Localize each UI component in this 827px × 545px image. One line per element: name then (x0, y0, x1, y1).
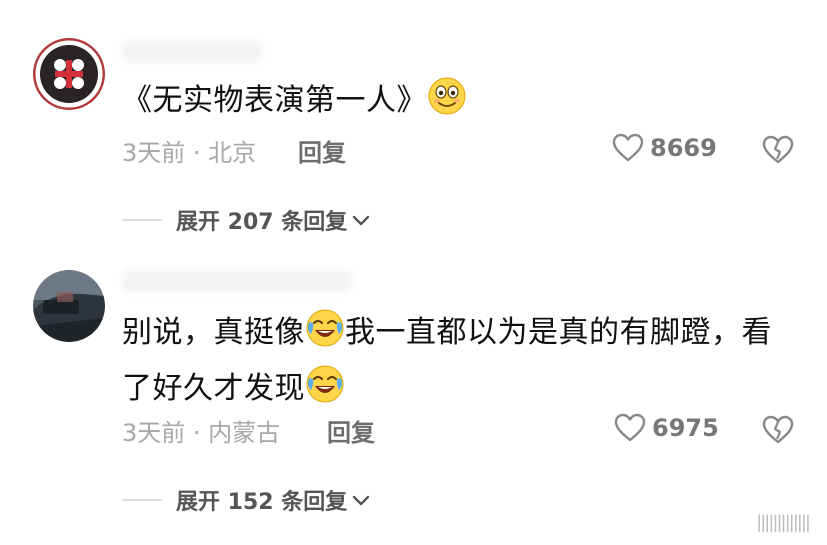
like-count: 8669 (650, 134, 717, 162)
reply-button[interactable]: 回复 (298, 133, 346, 168)
comment-text: 别说，真挺像 我一直都以为是真的有脚蹬，看 了好久才发现 (122, 308, 802, 420)
username-blurred[interactable] (122, 270, 352, 292)
comment-item: 《无实物表演第一人》 3天前 · 北京 回复 8669 展开 207 条回复 (0, 0, 827, 250)
heart-icon (614, 413, 646, 442)
comment-text-part: 《无实物表演第一人》 (122, 83, 427, 118)
expand-replies[interactable]: 展开 207 条回复 (122, 204, 371, 236)
username-blurred[interactable] (122, 40, 262, 62)
expand-replies-label: 展开 207 条回复 (176, 210, 348, 235)
laughing-crying-face-icon (305, 308, 345, 364)
comment-time-location: 3天前 · 内蒙古 (122, 419, 281, 447)
heart-icon (612, 133, 644, 162)
expand-replies-label: 展开 152 条回复 (176, 490, 348, 515)
reply-button[interactable]: 回复 (327, 413, 375, 448)
comment-text-part: 了好久才发现 (122, 371, 305, 406)
divider-line (122, 499, 162, 501)
comment-text-part: 别说，真挺像 (122, 315, 305, 350)
grinning-face-icon (427, 76, 467, 132)
comment-item: 别说，真挺像 我一直都以为是真的有脚蹬，看 了好久才发现 3天前 · 内蒙古 回… (0, 260, 827, 545)
dislike-button[interactable] (762, 415, 794, 449)
dislike-button[interactable] (762, 135, 794, 169)
expand-replies[interactable]: 展开 152 条回复 (122, 484, 371, 516)
comment-text: 《无实物表演第一人》 (122, 76, 467, 132)
broken-heart-icon (762, 415, 794, 444)
avatar[interactable] (33, 38, 105, 110)
watermark: ||||||||||||| (756, 512, 811, 533)
comment-time-location: 3天前 · 北京 (122, 139, 257, 167)
chevron-down-icon (353, 495, 370, 506)
broken-heart-icon (762, 135, 794, 164)
like-button[interactable]: 8669 (612, 133, 717, 163)
chevron-down-icon (353, 215, 370, 226)
divider-line (122, 219, 162, 221)
comment-text-part: 我一直都以为是真的有脚蹬，看 (345, 315, 772, 350)
avatar[interactable] (33, 270, 105, 342)
laughing-crying-face-icon (305, 364, 345, 420)
like-button[interactable]: 6975 (614, 413, 719, 443)
like-count: 6975 (652, 414, 719, 442)
